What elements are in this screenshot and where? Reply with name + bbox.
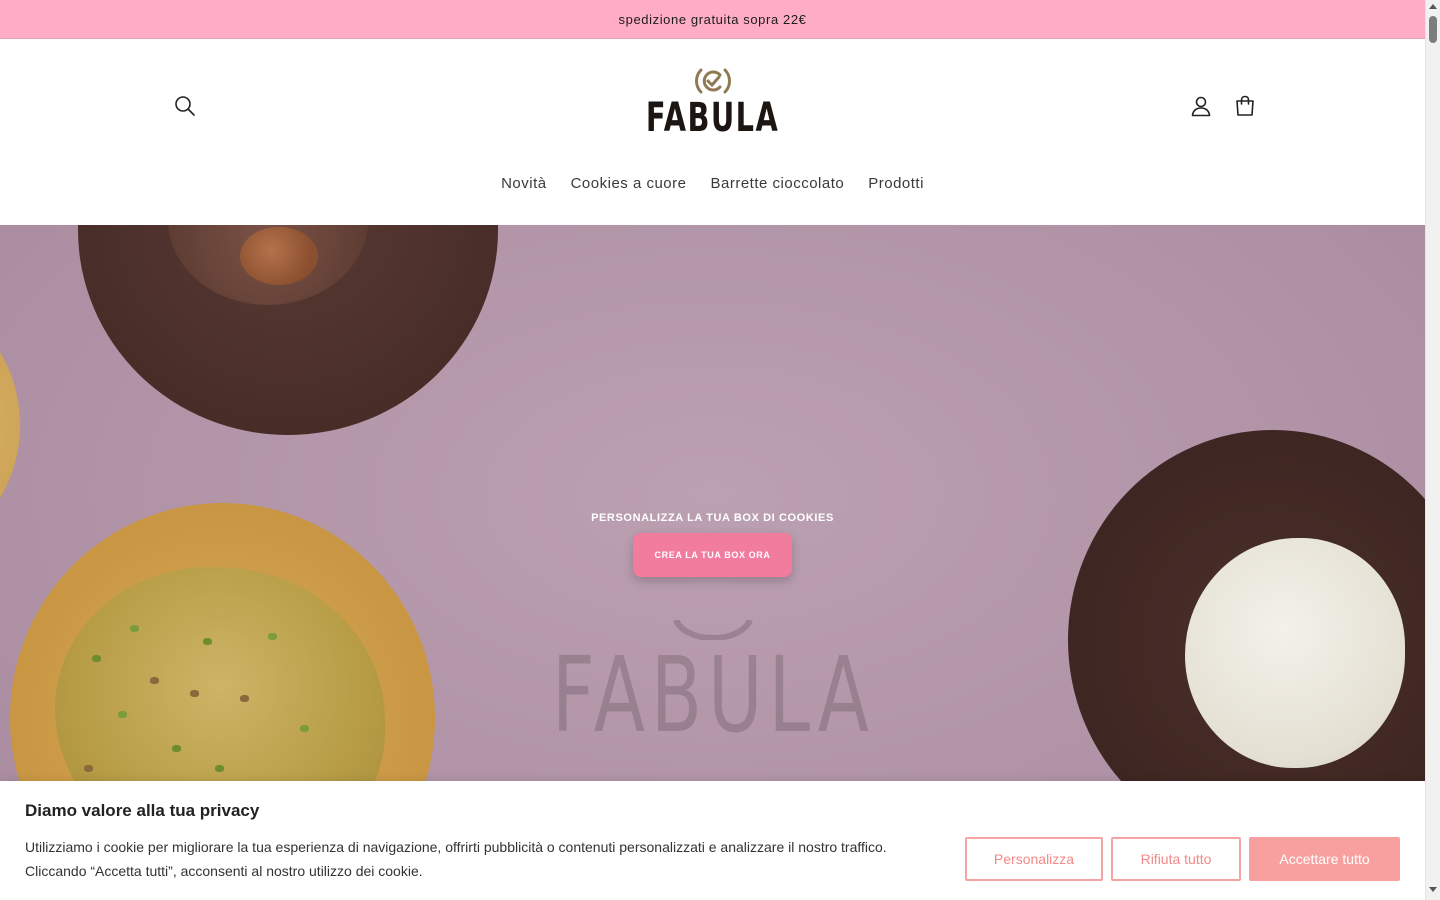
- search-icon: [175, 96, 195, 116]
- hero-hazelnut: [240, 227, 318, 285]
- search-button[interactable]: [171, 92, 199, 120]
- scroll-up-arrow-icon[interactable]: [1429, 4, 1437, 9]
- create-box-button[interactable]: CREA LA TUA BOX ORA: [633, 533, 792, 577]
- pistachio-crumb: [215, 765, 224, 772]
- pistachio-crumb: [84, 765, 93, 772]
- accept-all-label: Accettare tutto: [1279, 851, 1370, 867]
- main-nav: Novità Cookies a cuore Barrette cioccola…: [0, 171, 1425, 196]
- watermark-wordmark: FABULA: [551, 634, 875, 756]
- pistachio-crumb: [172, 745, 181, 752]
- cookie-banner-title: Diamo valore alla tua privacy: [25, 801, 260, 820]
- pistachio-crumb: [130, 625, 139, 632]
- nav-item-cookies-a-cuore[interactable]: Cookies a cuore: [559, 171, 699, 196]
- site-logo[interactable]: FABULA: [646, 66, 778, 146]
- nav-item-prodotti[interactable]: Prodotti: [856, 171, 936, 196]
- pistachio-crumb: [203, 638, 212, 645]
- reject-all-button[interactable]: Rifiuta tutto: [1111, 837, 1241, 881]
- customize-cookies-button[interactable]: Personalizza: [965, 837, 1103, 881]
- account-button[interactable]: [1187, 92, 1215, 120]
- cart-icon: [1236, 95, 1254, 116]
- pistachio-crumb: [190, 690, 199, 697]
- pistachio-crumb: [268, 633, 277, 640]
- announcement-text: spedizione gratuita sopra 22€: [618, 11, 807, 27]
- customize-cookies-label: Personalizza: [993, 851, 1075, 867]
- reject-all-label: Rifiuta tutto: [1140, 851, 1212, 867]
- logo-emblem-icon: [695, 68, 731, 94]
- cart-button[interactable]: [1231, 92, 1259, 120]
- create-box-button-label: CREA LA TUA BOX ORA: [654, 550, 771, 560]
- nav-item-novita[interactable]: Novità: [489, 171, 559, 196]
- site-header: FABULA Novità Cookies a cuore Barrette c…: [0, 39, 1425, 225]
- scroll-down-arrow-icon[interactable]: [1429, 887, 1437, 892]
- cookie-banner-text: Utilizziamo i cookie per migliorare la t…: [25, 839, 887, 879]
- announcement-bar: spedizione gratuita sopra 22€: [0, 0, 1425, 39]
- user-icon: [1191, 96, 1211, 117]
- accept-all-button[interactable]: Accettare tutto: [1249, 837, 1400, 881]
- pistachio-crumb: [92, 655, 101, 662]
- cookie-consent-banner: Diamo valore alla tua privacy Utilizziam…: [0, 781, 1425, 900]
- hero-content: PERSONALIZZA LA TUA BOX DI COOKIES CREA …: [0, 512, 1425, 577]
- hero-heading: PERSONALIZZA LA TUA BOX DI COOKIES: [591, 512, 834, 524]
- pistachio-crumb: [118, 711, 127, 718]
- pistachio-crumb: [300, 725, 309, 732]
- hero-watermark-logo: FABULA: [548, 620, 878, 750]
- scrollbar-thumb[interactable]: [1429, 16, 1437, 43]
- logo-wordmark: FABULA: [646, 95, 780, 141]
- pistachio-crumb: [240, 695, 249, 702]
- nav-item-barrette-cioccolato[interactable]: Barrette cioccolato: [699, 171, 857, 196]
- pistachio-crumb: [150, 677, 159, 684]
- page-scrollbar[interactable]: [1425, 0, 1440, 900]
